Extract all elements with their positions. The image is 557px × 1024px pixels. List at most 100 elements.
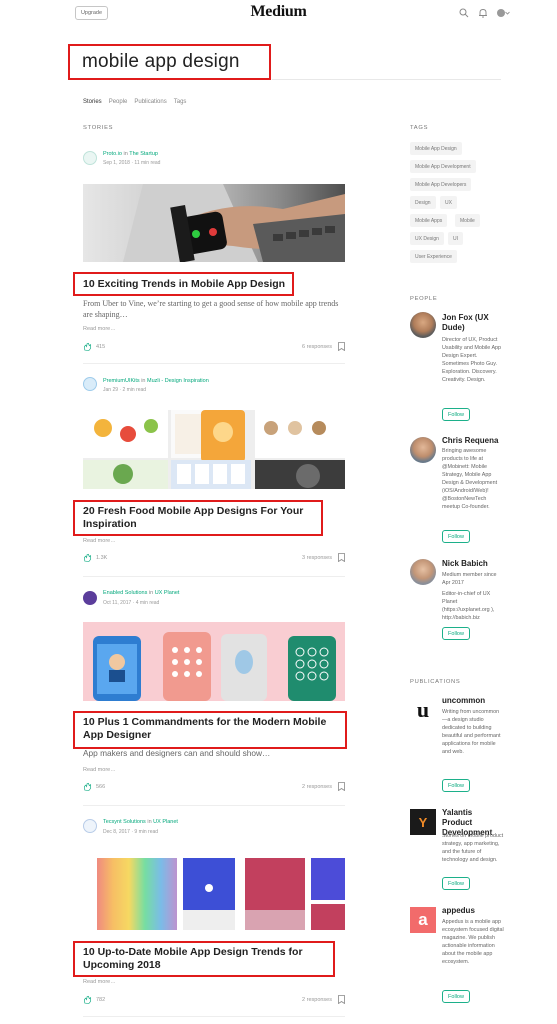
post-author-line: PremiumUIKits in Muzli - Design Inspirat… xyxy=(103,378,209,384)
user-avatar[interactable] xyxy=(497,9,505,17)
publication-bio: Stories on mobile product strategy, app … xyxy=(442,833,504,863)
person-avatar[interactable] xyxy=(410,312,436,338)
upgrade-button[interactable]: Upgrade xyxy=(75,6,108,20)
yalantis-logo[interactable]: Y xyxy=(410,809,436,835)
bookmark-icon[interactable] xyxy=(338,995,345,1004)
follow-button[interactable]: Follow xyxy=(442,877,470,890)
post-image[interactable] xyxy=(83,622,345,701)
clap-icon[interactable] xyxy=(83,553,92,562)
post-image[interactable] xyxy=(83,410,345,489)
person-avatar[interactable] xyxy=(410,559,436,585)
publications-heading: PUBLICATIONS xyxy=(410,679,461,685)
post-divider xyxy=(83,805,345,806)
author-avatar[interactable] xyxy=(83,819,97,833)
post-author-line: Proto.io in The Startup xyxy=(103,151,158,157)
bookmark-icon[interactable] xyxy=(338,553,345,562)
tag-ux-design[interactable]: UX Design xyxy=(410,232,444,245)
post-title[interactable]: 20 Fresh Food Mobile App Designs For You… xyxy=(83,505,318,531)
tag-mobile[interactable]: Mobile xyxy=(455,214,480,227)
tag-ui[interactable]: UI xyxy=(448,232,463,245)
person-name[interactable]: Jon Fox (UX Dude) xyxy=(442,313,504,333)
publication-bio: Writing from uncommon—a design studio de… xyxy=(442,709,501,755)
person-name[interactable]: Nick Babich xyxy=(442,559,504,569)
post-meta: Dec 8, 2017 · 9 min read xyxy=(103,829,159,835)
publication-link[interactable]: UX Planet xyxy=(155,590,180,596)
publication-link[interactable]: UX Planet xyxy=(153,819,178,825)
uncommon-logo[interactable]: u xyxy=(410,697,436,723)
publication-link[interactable]: Muzli - Design Inspiration xyxy=(147,378,209,384)
clap-icon[interactable] xyxy=(83,342,92,351)
responses-link[interactable]: 3 responses xyxy=(260,555,332,561)
post-title[interactable]: 10 Plus 1 Commandments for the Modern Mo… xyxy=(83,716,343,742)
author-avatar[interactable] xyxy=(83,591,97,605)
bookmark-icon[interactable] xyxy=(338,782,345,791)
read-more-link[interactable]: Read more… xyxy=(83,767,116,773)
food-apps-collage xyxy=(83,410,345,489)
bookmark-icon[interactable] xyxy=(338,342,345,351)
clap-count: 1.3K xyxy=(96,555,108,561)
responses-link[interactable]: 2 responses xyxy=(260,997,332,1003)
logo-text[interactable]: Medium xyxy=(251,3,307,20)
tag-mobile-app-design[interactable]: Mobile App Design xyxy=(410,142,462,155)
author-link[interactable]: PremiumUIKits xyxy=(103,378,140,384)
post-excerpt[interactable]: From Uber to Vine, we’re starting to get… xyxy=(83,298,345,320)
follow-button[interactable]: Follow xyxy=(442,530,470,543)
post-divider xyxy=(83,576,345,577)
tag-mobile-app-development[interactable]: Mobile App Development xyxy=(410,160,476,173)
tab-stories[interactable]: Stories xyxy=(83,99,102,105)
tag-mobile-apps[interactable]: Mobile Apps xyxy=(410,214,448,227)
post-meta: Oct 11, 2017 · 4 min read xyxy=(103,600,160,606)
author-link[interactable]: Tecsynt Solutions xyxy=(103,819,146,825)
clap-count: 415 xyxy=(96,344,106,350)
tab-people[interactable]: People xyxy=(109,99,128,105)
search-query[interactable]: mobile app design xyxy=(82,51,240,73)
person-name[interactable]: Chris Requena xyxy=(442,436,504,446)
publication-name[interactable]: appedus xyxy=(442,906,504,916)
person-avatar[interactable] xyxy=(410,437,436,463)
tab-publications[interactable]: Publications xyxy=(134,99,166,105)
post-meta: Jan 29 · 2 min read xyxy=(103,387,147,393)
follow-button[interactable]: Follow xyxy=(442,990,470,1003)
author-link[interactable]: Proto.io xyxy=(103,151,122,157)
author-avatar[interactable] xyxy=(83,377,97,391)
tag-ux[interactable]: UX xyxy=(440,196,457,209)
people-heading: PEOPLE xyxy=(410,296,438,302)
clap-count: 566 xyxy=(96,784,106,790)
author-link[interactable]: Enabled Solutions xyxy=(103,590,147,596)
smartwatch-photo xyxy=(123,184,345,262)
follow-button[interactable]: Follow xyxy=(442,779,470,792)
read-more-link[interactable]: Read more… xyxy=(83,538,116,544)
tag-mobile-app-developers[interactable]: Mobile App Developers xyxy=(410,178,472,191)
follow-button[interactable]: Follow xyxy=(442,627,470,640)
follow-button[interactable]: Follow xyxy=(442,408,470,421)
phones-illustration xyxy=(93,632,336,701)
search-underline xyxy=(272,79,501,80)
search-icon[interactable] xyxy=(459,8,469,18)
clap-icon[interactable] xyxy=(83,782,92,791)
responses-link[interactable]: 6 responses xyxy=(260,344,332,350)
post-image[interactable] xyxy=(83,850,345,932)
color-palette-image xyxy=(97,858,345,930)
post-excerpt[interactable]: App makers and designers can and should … xyxy=(83,748,345,759)
clap-count: 782 xyxy=(96,997,106,1003)
post-divider xyxy=(83,1016,345,1017)
post-author-line: Tecsynt Solutions in UX Planet xyxy=(103,819,178,825)
tag-user-experience[interactable]: User Experience xyxy=(410,250,457,263)
chevron-down-icon[interactable] xyxy=(505,11,510,15)
tab-tags[interactable]: Tags xyxy=(174,99,187,105)
read-more-link[interactable]: Read more… xyxy=(83,979,116,985)
publication-name[interactable]: uncommon xyxy=(442,696,504,706)
appedus-logo[interactable]: a xyxy=(410,907,436,933)
publication-bio: Appedus is a mobile app ecosystem focuse… xyxy=(442,919,504,965)
clap-icon[interactable] xyxy=(83,995,92,1004)
post-title[interactable]: 10 Up-to-Date Mobile App Design Trends f… xyxy=(83,946,333,972)
post-title[interactable]: 10 Exciting Trends in Mobile App Design xyxy=(83,278,343,291)
responses-link[interactable]: 2 responses xyxy=(260,784,332,790)
post-image[interactable] xyxy=(83,184,345,262)
bell-icon[interactable] xyxy=(478,8,488,18)
author-avatar[interactable] xyxy=(83,151,97,165)
person-membership: Medium member since Apr 2017 xyxy=(442,572,497,586)
tag-design[interactable]: Design xyxy=(410,196,436,209)
read-more-link[interactable]: Read more… xyxy=(83,326,116,332)
publication-link[interactable]: The Startup xyxy=(129,151,158,157)
